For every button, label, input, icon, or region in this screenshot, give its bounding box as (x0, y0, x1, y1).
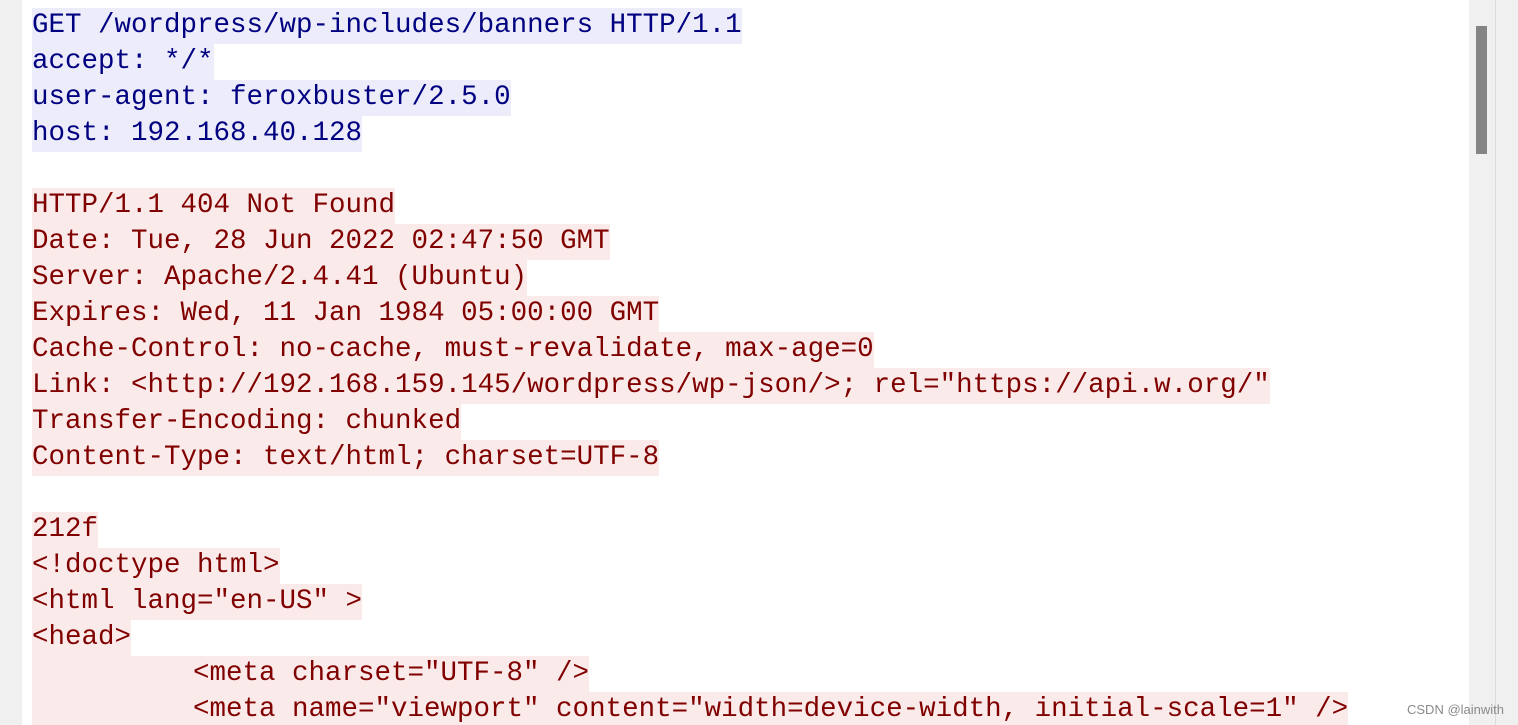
response-header-line: Server: Apache/2.4.41 (Ubuntu) (32, 260, 1348, 296)
response-body-line: <meta name="viewport" content="width=dev… (32, 692, 1349, 725)
response-header-line: Expires: Wed, 11 Jan 1984 05:00:00 GMT (32, 296, 1348, 332)
scrollbar-thumb[interactable] (1476, 26, 1487, 154)
request-line: user-agent: feroxbuster/2.5.0 (32, 80, 1348, 116)
response-body-line: <!doctype html> (32, 548, 1348, 584)
response-header-line: Content-Type: text/html; charset=UTF-8 (32, 440, 1348, 476)
response-header-line: Date: Tue, 28 Jun 2022 02:47:50 GMT (32, 224, 1348, 260)
request-line: host: 192.168.40.128 (32, 116, 1348, 152)
response-body-line: <meta charset="UTF-8" /> (32, 656, 1348, 692)
request-line: GET /wordpress/wp-includes/banners HTTP/… (32, 8, 1348, 44)
stream-content[interactable]: GET /wordpress/wp-includes/banners HTTP/… (22, 0, 1469, 725)
watermark: CSDN @lainwith (1407, 702, 1504, 717)
response-body-line: <html lang="en-US" > (32, 584, 1348, 620)
stream-lines: GET /wordpress/wp-includes/banners HTTP/… (32, 8, 1349, 725)
request-line: accept: */* (32, 44, 1348, 80)
response-header-line: Cache-Control: no-cache, must-revalidate… (32, 332, 1348, 368)
response-body-line: 212f (32, 512, 1348, 548)
response-header-line: Transfer-Encoding: chunked (32, 404, 1348, 440)
response-header-line: HTTP/1.1 404 Not Found (32, 188, 1348, 224)
vertical-scrollbar[interactable] (1469, 0, 1494, 725)
response-header-line: Link: <http://192.168.159.145/wordpress/… (32, 368, 1348, 404)
panel-divider (1495, 0, 1496, 725)
response-body-line: <head> (32, 620, 1348, 656)
